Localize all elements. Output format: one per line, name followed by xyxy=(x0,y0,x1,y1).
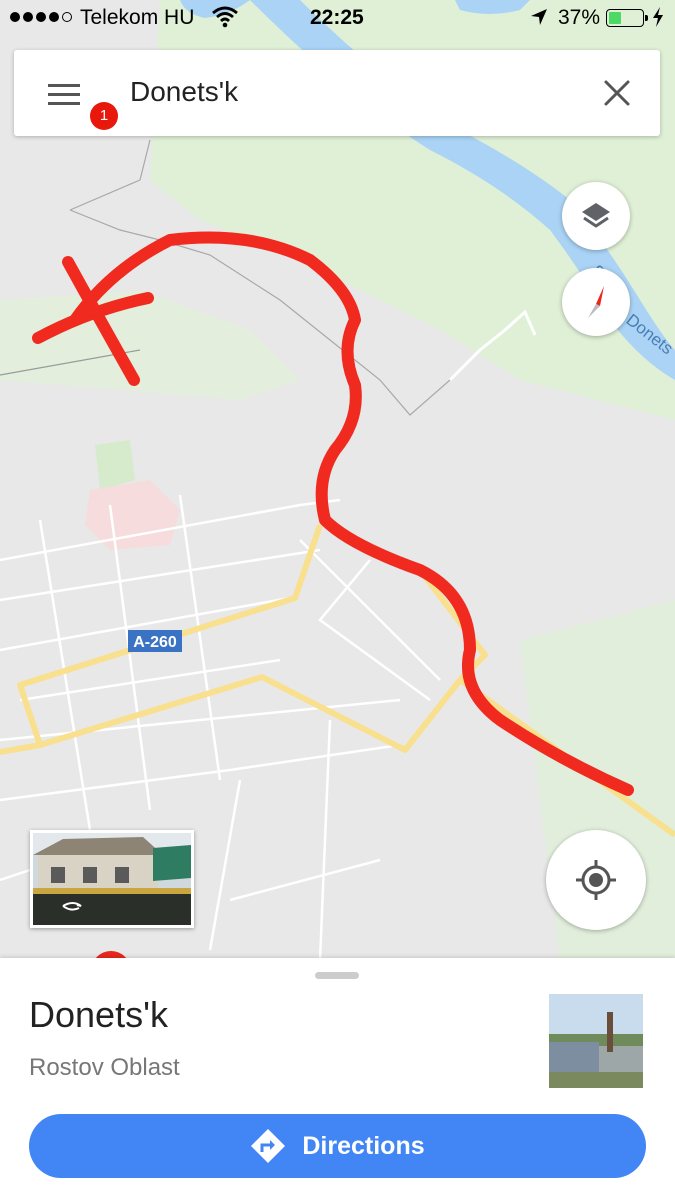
place-region: Rostov Oblast xyxy=(29,1054,180,1081)
compass-icon xyxy=(588,286,604,318)
road-label: A-260 xyxy=(133,634,177,651)
status-bar: Telekom HU 22:25 37% xyxy=(0,0,675,38)
place-name: Donets'k xyxy=(29,994,168,1035)
carrier-name: Telekom HU xyxy=(80,6,195,29)
menu-icon[interactable]: 1 xyxy=(46,80,118,130)
directions-button[interactable]: Directions xyxy=(29,1114,646,1178)
wifi-icon xyxy=(212,6,238,34)
location-arrow-icon xyxy=(530,8,548,32)
place-sheet[interactable]: Donets'k Rostov Oblast Directions xyxy=(0,958,675,1200)
street-view-thumbnail[interactable] xyxy=(30,830,194,928)
layers-icon xyxy=(582,203,610,228)
search-bar[interactable]: 1 Donets'k xyxy=(14,50,660,136)
status-time: 22:25 xyxy=(310,6,364,29)
sheet-drag-handle[interactable] xyxy=(315,972,359,979)
layers-button[interactable] xyxy=(562,182,630,250)
place-photo[interactable] xyxy=(549,994,643,1088)
close-icon[interactable] xyxy=(602,78,632,108)
search-input[interactable]: Donets'k xyxy=(130,76,238,108)
battery-icon xyxy=(606,9,648,27)
directions-label: Directions xyxy=(302,1131,425,1160)
street-view-image xyxy=(33,833,191,925)
my-location-icon xyxy=(576,860,616,900)
directions-icon xyxy=(251,1129,286,1163)
charging-icon xyxy=(652,7,664,33)
map-canvas[interactable]: S Donets A-260 xyxy=(0,0,675,960)
notification-badge: 1 xyxy=(90,102,118,130)
battery-percentage: 37% xyxy=(558,6,601,29)
my-location-button[interactable] xyxy=(546,830,646,930)
signal-strength-icon xyxy=(10,12,72,22)
compass-button[interactable] xyxy=(562,268,630,336)
